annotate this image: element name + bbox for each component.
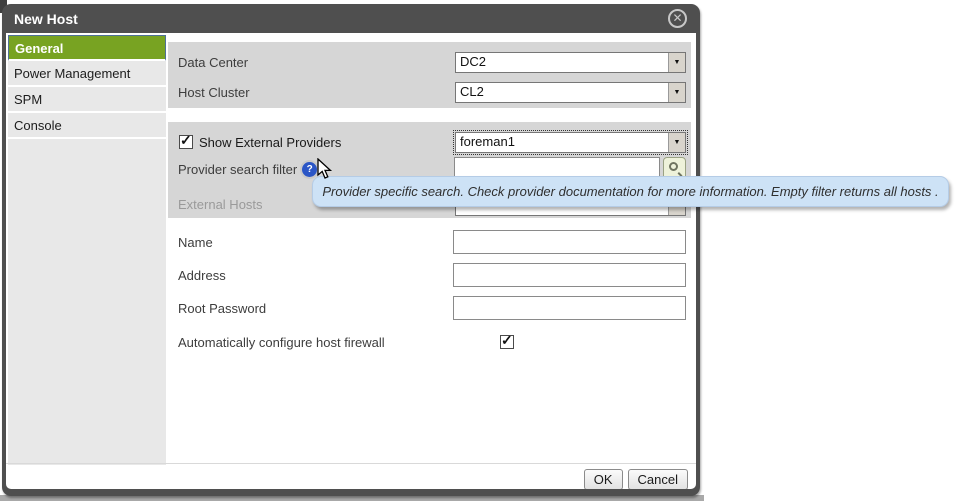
data-center-label: Data Center <box>178 55 248 70</box>
root-password-row: Root Password <box>168 295 691 321</box>
chevron-down-icon[interactable]: ▼ <box>668 83 685 102</box>
screen: New Host ✕ General Power Management SPM … <box>0 0 955 501</box>
external-provider-value: foreman1 <box>456 133 668 152</box>
sidebar-item-spm[interactable]: SPM <box>8 87 166 113</box>
footer-divider <box>6 463 696 464</box>
firewall-label: Automatically configure host firewall <box>178 335 385 350</box>
footer: OK Cancel <box>584 469 688 489</box>
new-host-dialog: New Host ✕ General Power Management SPM … <box>2 4 700 496</box>
dialog-titlebar: New Host ✕ <box>2 4 700 33</box>
root-password-label: Root Password <box>178 301 266 316</box>
address-input[interactable] <box>453 263 686 287</box>
chevron-down-icon[interactable]: ▼ <box>668 53 685 72</box>
sidebar-item-power-management[interactable]: Power Management <box>8 61 166 87</box>
data-center-value: DC2 <box>456 53 668 72</box>
show-external-providers-row: ✓ Show External Providers foreman1 ▼ <box>168 129 691 155</box>
root-password-input[interactable] <box>453 296 686 320</box>
host-cluster-row: Host Cluster CL2 ▼ <box>168 79 691 105</box>
close-icon[interactable]: ✕ <box>668 9 687 28</box>
host-cluster-value: CL2 <box>456 83 668 102</box>
ok-button[interactable]: OK <box>584 469 623 489</box>
search-icon <box>669 162 678 171</box>
chevron-down-icon[interactable]: ▼ <box>668 133 685 152</box>
external-hosts-label: External Hosts <box>178 197 263 212</box>
provider-search-filter-label: Provider search filter <box>178 162 297 177</box>
show-external-providers-label: Show External Providers <box>199 135 341 150</box>
firewall-checkbox[interactable]: ✓ <box>500 335 514 349</box>
checkmark-icon: ✓ <box>501 332 513 349</box>
sidebar-item-general[interactable]: General <box>8 35 166 61</box>
dialog-title: New Host <box>2 11 78 27</box>
host-cluster-label: Host Cluster <box>178 85 250 100</box>
name-label: Name <box>178 235 213 250</box>
data-center-row: Data Center DC2 ▼ <box>168 49 691 75</box>
address-label: Address <box>178 268 226 283</box>
host-cluster-select[interactable]: CL2 ▼ <box>455 82 686 103</box>
dialog-body: General Power Management SPM Console Dat… <box>6 33 696 489</box>
address-row: Address <box>168 262 691 288</box>
name-input[interactable] <box>453 230 686 254</box>
external-provider-select[interactable]: foreman1 ▼ <box>455 132 686 153</box>
data-center-select[interactable]: DC2 ▼ <box>455 52 686 73</box>
help-icon[interactable]: ? <box>302 162 317 177</box>
mouse-cursor-icon <box>317 158 333 180</box>
show-external-providers-checkbox[interactable]: ✓ <box>179 135 193 149</box>
checkmark-icon: ✓ <box>180 132 192 149</box>
provider-search-tooltip: Provider specific search. Check provider… <box>312 176 949 207</box>
sidebar: General Power Management SPM Console <box>8 35 166 465</box>
cancel-button[interactable]: Cancel <box>628 469 688 489</box>
name-row: Name <box>168 229 691 255</box>
firewall-row: Automatically configure host firewall ✓ <box>168 329 691 355</box>
sidebar-item-console[interactable]: Console <box>8 113 166 139</box>
tooltip-text: Provider specific search. Check provider… <box>322 184 938 199</box>
